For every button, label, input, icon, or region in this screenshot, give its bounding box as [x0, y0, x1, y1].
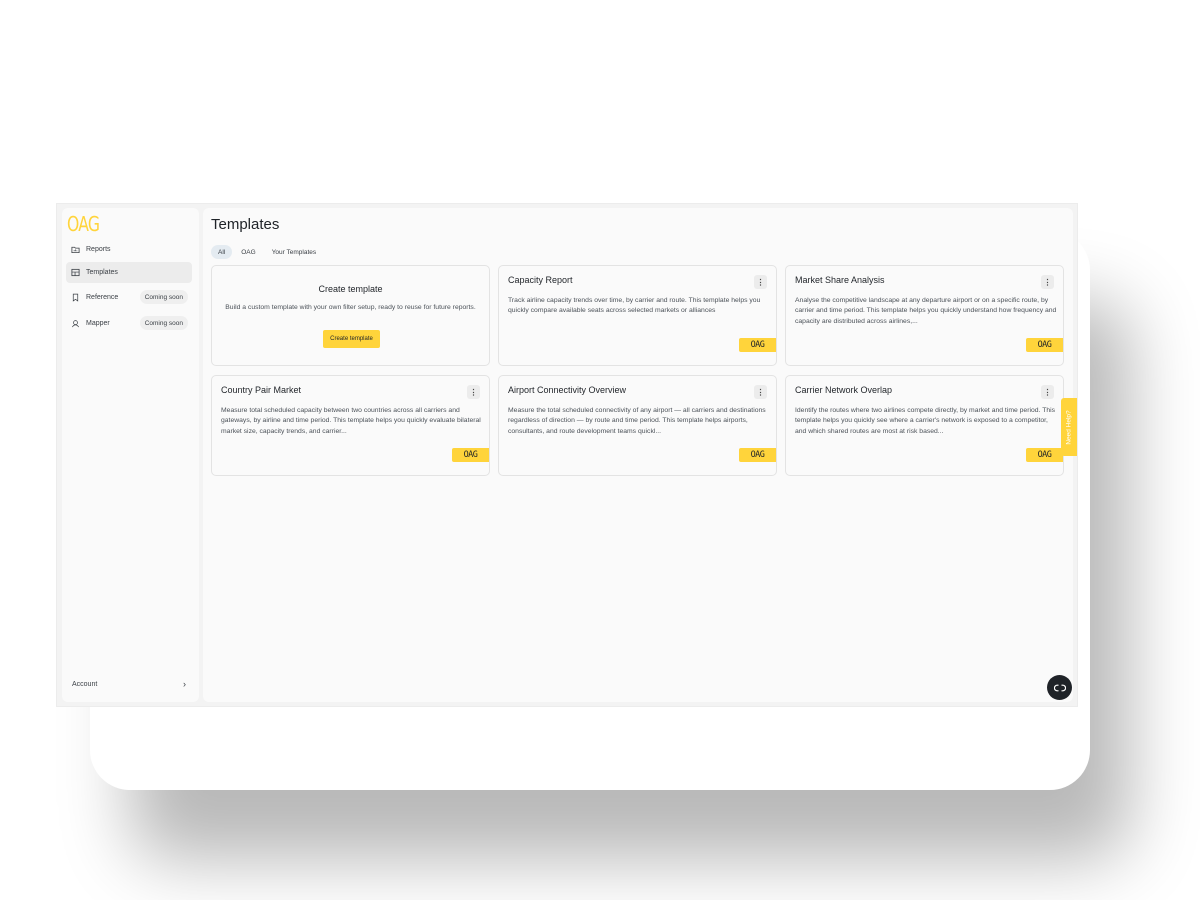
sidebar-item-label: Reports: [86, 246, 111, 253]
sidebar-item-reports[interactable]: Reports: [66, 239, 192, 260]
create-template-title: Create template: [318, 284, 383, 294]
sidebar-item-mapper[interactable]: Mapper Coming soon: [66, 313, 192, 334]
kebab-icon[interactable]: ⋮: [467, 385, 480, 399]
oag-logo: OAG: [67, 212, 100, 236]
card-description: Analyse the competitive landscape at any…: [795, 297, 1057, 325]
template-card-capacity-report[interactable]: Capacity Report ⋮ Track airline capacity…: [498, 265, 777, 366]
card-description: Measure the total scheduled connectivity…: [508, 407, 766, 435]
filter-tabs: All OAG Your Templates: [211, 245, 323, 259]
kebab-icon[interactable]: ⋮: [1041, 275, 1054, 289]
template-icon: [71, 268, 80, 277]
oag-tag: OAG: [1026, 448, 1063, 462]
card-title: Capacity Report: [508, 275, 573, 285]
folder-chart-icon: [71, 245, 80, 254]
oag-tag: OAG: [452, 448, 489, 462]
card-title: Airport Connectivity Overview: [508, 385, 627, 395]
filter-your-templates[interactable]: Your Templates: [265, 245, 323, 259]
oag-tag: OAG: [739, 448, 776, 462]
filter-oag[interactable]: OAG: [234, 245, 262, 259]
kebab-icon[interactable]: ⋮: [754, 385, 767, 399]
need-help-tab[interactable]: Need Help?: [1061, 398, 1077, 456]
need-help-label: Need Help?: [1065, 409, 1073, 445]
sidebar-item-label: Templates: [86, 269, 118, 276]
account-menu[interactable]: Account ›: [66, 676, 192, 692]
chat-link-icon[interactable]: [1047, 675, 1072, 700]
kebab-icon[interactable]: ⋮: [754, 275, 767, 289]
template-card-country-pair-market[interactable]: Country Pair Market ⋮ Measure total sche…: [211, 375, 490, 476]
oag-tag: OAG: [739, 338, 776, 352]
map-pin-icon: [71, 319, 80, 328]
template-card-carrier-network-overlap[interactable]: Carrier Network Overlap ⋮ Identify the r…: [785, 375, 1064, 476]
coming-soon-badge: Coming soon: [139, 290, 188, 304]
card-description: Track airline capacity trends over time,…: [508, 297, 761, 315]
page-title: Templates: [211, 216, 280, 233]
template-card-market-share-analysis[interactable]: Market Share Analysis ⋮ Analyse the comp…: [785, 265, 1064, 366]
card-description: Identify the routes where two airlines c…: [795, 407, 1056, 435]
card-title: Carrier Network Overlap: [795, 385, 893, 395]
sidebar-item-label: Reference: [86, 294, 119, 301]
coming-soon-badge: Coming soon: [139, 316, 188, 330]
kebab-icon[interactable]: ⋮: [1041, 385, 1054, 399]
create-template-description: Build a custom template with your own fi…: [225, 304, 476, 311]
account-label: Account: [72, 680, 98, 688]
template-card-airport-connectivity-overview[interactable]: Airport Connectivity Overview ⋮ Measure …: [498, 375, 777, 476]
card-description: Measure total scheduled capacity between…: [221, 407, 481, 435]
sidebar-item-label: Mapper: [86, 320, 110, 327]
chevron-right-icon: ›: [183, 679, 186, 689]
create-template-button[interactable]: Create template: [323, 330, 380, 348]
oag-tag: OAG: [1026, 338, 1063, 352]
card-title: Country Pair Market: [221, 385, 302, 395]
sidebar-item-templates[interactable]: Templates: [66, 262, 192, 283]
bookmark-icon: [71, 293, 80, 302]
sidebar-item-reference[interactable]: Reference Coming soon: [66, 287, 192, 308]
filter-all[interactable]: All: [211, 245, 233, 259]
create-template-card: Create template Build a custom template …: [211, 265, 490, 366]
card-title: Market Share Analysis: [795, 275, 885, 285]
